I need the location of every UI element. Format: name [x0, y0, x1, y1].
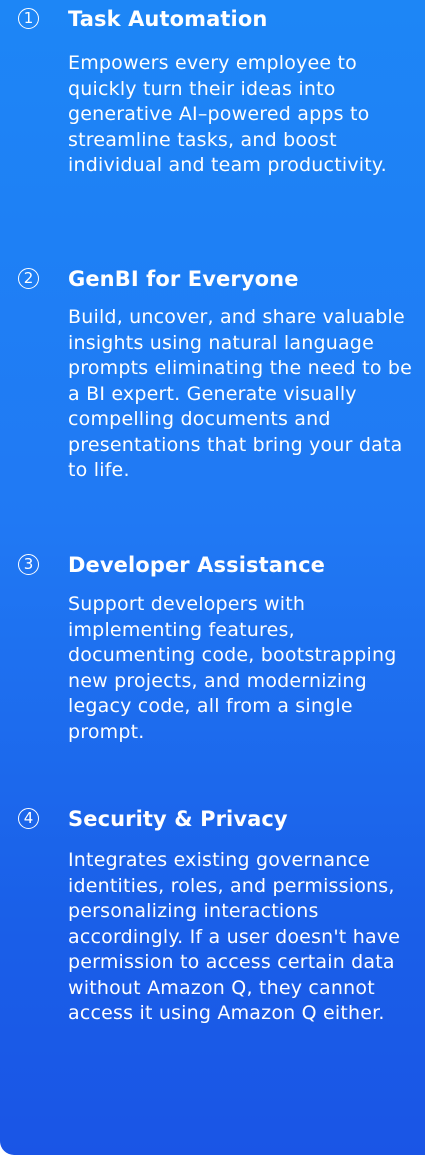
feature-description: Build, uncover, and share valuable insig…	[68, 306, 413, 481]
number-badge: 3	[18, 554, 39, 575]
number-badge: 4	[18, 808, 39, 829]
feature-description: Integrates existing governance identitie…	[68, 849, 401, 1024]
right-edge-divider	[425, 0, 427, 1155]
number-badge: 2	[18, 268, 39, 289]
features-panel: 1 Task Automation Empowers every employe…	[0, 0, 427, 1155]
feature-description: Empowers every employee to quickly turn …	[68, 52, 387, 176]
feature-title: Security & Privacy	[68, 807, 288, 831]
feature-title: Task Automation	[68, 7, 268, 31]
feature-title: Developer Assistance	[68, 553, 325, 577]
feature-description: Support developers with implementing fea…	[68, 593, 397, 743]
number-badge: 1	[18, 8, 39, 29]
feature-title: GenBI for Everyone	[68, 267, 299, 291]
